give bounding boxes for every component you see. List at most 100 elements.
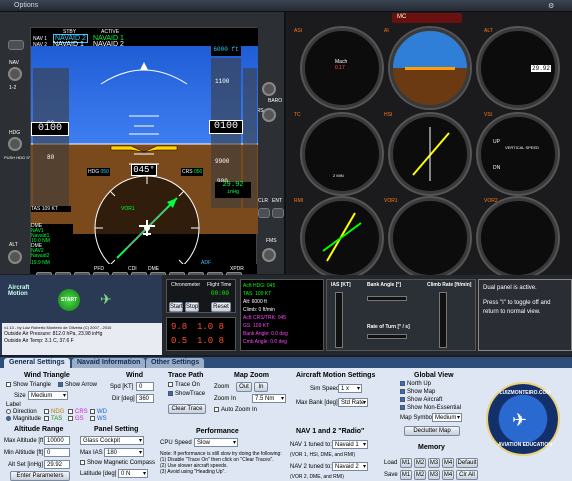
crs-knob[interactable] bbox=[262, 108, 276, 122]
options-menu[interactable]: Options bbox=[14, 2, 38, 9]
sim-speed-select[interactable]: 1 x bbox=[338, 384, 362, 393]
rmi-gauge[interactable] bbox=[302, 198, 382, 278]
baro-unit: inHg bbox=[226, 189, 239, 195]
wind-dir-input[interactable]: 360 bbox=[136, 394, 154, 403]
save-m2-button[interactable]: M2 bbox=[414, 470, 426, 480]
panel-select[interactable]: Glass Cockpit bbox=[80, 436, 144, 445]
show-trace-check[interactable]: ShowTrace bbox=[168, 391, 205, 397]
settings-icon[interactable]: ⚙ bbox=[548, 2, 554, 10]
direction-radio[interactable]: Direction bbox=[6, 409, 37, 415]
hdg-knob[interactable] bbox=[8, 137, 22, 151]
nav-vol-knob[interactable] bbox=[8, 40, 24, 50]
airspeed-indicator[interactable]: Mach 0.17 bbox=[302, 28, 382, 108]
chrono-stop-button[interactable]: Stop bbox=[185, 302, 199, 312]
save-m3-button[interactable]: M3 bbox=[428, 470, 440, 480]
altitude-bug[interactable]: 6000 ft bbox=[211, 46, 241, 56]
info-bank: Bank Angle: 0.0 deg bbox=[243, 331, 288, 337]
min-altitude-input[interactable]: 0 bbox=[44, 448, 70, 457]
performance-note: Note: If performance is still slow try d… bbox=[160, 451, 282, 475]
trace-on-check[interactable]: Trace On bbox=[168, 382, 200, 388]
flight-time-reset-button[interactable]: Reset bbox=[211, 302, 231, 312]
crs-check[interactable]: CRS bbox=[68, 409, 88, 415]
cpu-speed-select[interactable]: Slow bbox=[194, 438, 238, 447]
nav2-tuned-select[interactable]: Navaid 2 bbox=[332, 462, 368, 471]
attitude-indicator[interactable] bbox=[390, 28, 470, 108]
outside-pressure: Outside Air Pressure: 812.0 hPa, 23.98 i… bbox=[4, 331, 103, 337]
magnitude-radio[interactable]: Magnitude bbox=[6, 416, 41, 422]
motion-settings-title: Aircraft Motion Settings bbox=[296, 372, 376, 379]
wind-dir-label: Dir [deg] bbox=[112, 396, 135, 402]
auto-zoom-label: Auto Zoom In bbox=[221, 407, 258, 414]
ent-button[interactable] bbox=[272, 208, 284, 218]
wd-label: WD bbox=[97, 409, 107, 416]
baro-box: 29.92 inHg bbox=[215, 182, 251, 198]
enter-parameters-button[interactable]: Enter Parameters bbox=[10, 471, 70, 481]
show-aircraft-check[interactable]: Show Aircraft bbox=[400, 397, 442, 403]
dual-notice-line2: Press "I" to toggle off and return to no… bbox=[483, 300, 551, 315]
latitude-select[interactable]: 0 N bbox=[118, 469, 148, 478]
show-arrow-check[interactable]: Show Arrow bbox=[58, 382, 97, 388]
logo-text-bottom: AVIATION EDUCATION bbox=[498, 442, 552, 448]
altimeter[interactable]: 29.92 bbox=[478, 28, 558, 108]
hdg-bug-box[interactable]: HDG 050 bbox=[87, 168, 110, 176]
load-default-button[interactable]: Default bbox=[456, 458, 478, 468]
flight-time-value: 00:00 bbox=[211, 290, 230, 297]
crs-box[interactable]: CRS 050 bbox=[181, 168, 204, 176]
nav1-tuned-note: (VOR 1, HSI, DME, and RMI) bbox=[290, 452, 356, 458]
max-altitude-input[interactable]: 10000 bbox=[44, 436, 70, 445]
save-m4-button[interactable]: M4 bbox=[442, 470, 454, 480]
clear-trace-button[interactable]: Clear Trace bbox=[168, 404, 206, 414]
declutter-map-button[interactable]: Declutter Map bbox=[404, 426, 460, 436]
zoom-out-button[interactable]: Out bbox=[236, 382, 252, 392]
gs-check[interactable]: GS bbox=[68, 416, 84, 422]
flight-time-title: Flight Time bbox=[207, 282, 232, 288]
steam-gauge-panel: MC Mach 0.17 ASI AI 29.92 ALT 2 MIN TC H… bbox=[288, 12, 572, 278]
zoom-in-select[interactable]: 7.5 Nm bbox=[252, 394, 286, 403]
min-altitude-label: Min Altitude [ft] bbox=[4, 450, 44, 456]
logo-airplane-icon: ✈ bbox=[512, 410, 528, 430]
tas-check[interactable]: TAS bbox=[44, 416, 62, 422]
wd-check[interactable]: WD bbox=[90, 409, 107, 415]
size-select[interactable]: Medium bbox=[28, 391, 68, 400]
baro-knob[interactable] bbox=[262, 82, 276, 96]
start-button[interactable]: START bbox=[58, 289, 80, 311]
chrono-start-button[interactable]: Start bbox=[169, 302, 183, 312]
max-bank-select[interactable]: Std Rate bbox=[338, 398, 368, 407]
dme2-navaid: Navaid2 bbox=[31, 253, 50, 259]
show-nonessential-check[interactable]: Show Non-Essential bbox=[400, 405, 461, 411]
max-bank-label: Max Bank [deg] bbox=[296, 400, 338, 406]
wind-spd-input[interactable]: 0 bbox=[136, 382, 154, 391]
zoom-in-button[interactable]: In bbox=[254, 382, 268, 392]
dual-notice-line1: Dual panel is active. bbox=[483, 285, 537, 291]
memory-load-label: Load bbox=[384, 460, 398, 466]
clr-button[interactable] bbox=[258, 208, 270, 218]
ias-graph-title: IAS [KT] bbox=[331, 282, 351, 288]
fms-knob[interactable] bbox=[262, 248, 276, 262]
load-m2-button[interactable]: M2 bbox=[414, 458, 426, 468]
load-m1-button[interactable]: M1 bbox=[400, 458, 412, 468]
nav-knob[interactable] bbox=[8, 67, 22, 81]
show-map-check[interactable]: Show Map bbox=[400, 389, 435, 395]
crs-label-box: CRS bbox=[182, 169, 193, 175]
show-triangle-check[interactable]: Show Triangle bbox=[6, 382, 51, 388]
ws-check[interactable]: WS bbox=[90, 416, 107, 422]
map-symbols-select[interactable]: Medium bbox=[432, 413, 462, 422]
nav1-tuned-select[interactable]: Navaid 1 bbox=[332, 440, 368, 449]
auto-zoom-check[interactable]: Auto Zoom In bbox=[214, 407, 257, 413]
nav-radio-title: NAV 1 and 2 "Radio" bbox=[296, 428, 365, 435]
max-ias-select[interactable]: 180 bbox=[104, 448, 144, 457]
north-up-check[interactable]: North Up bbox=[400, 381, 431, 387]
show-compass-check[interactable]: Show Magnetic Compass bbox=[80, 460, 155, 466]
alt-knob[interactable] bbox=[8, 250, 22, 264]
hsi-gauge[interactable] bbox=[390, 114, 470, 194]
ndg-check[interactable]: NDG bbox=[44, 409, 64, 415]
max-altitude-label: Max Altitude [ft] bbox=[4, 438, 46, 444]
vor1-gauge[interactable] bbox=[390, 198, 470, 278]
load-m4-button[interactable]: M4 bbox=[442, 458, 454, 468]
alt-set-input[interactable]: 29.92 bbox=[44, 460, 70, 469]
vor2-gauge[interactable] bbox=[478, 198, 558, 278]
clear-all-button[interactable]: Clr All bbox=[456, 470, 478, 480]
load-m3-button[interactable]: M3 bbox=[428, 458, 440, 468]
vor1-label-gauge: VOR1 bbox=[384, 198, 398, 204]
save-m1-button[interactable]: M1 bbox=[400, 470, 412, 480]
